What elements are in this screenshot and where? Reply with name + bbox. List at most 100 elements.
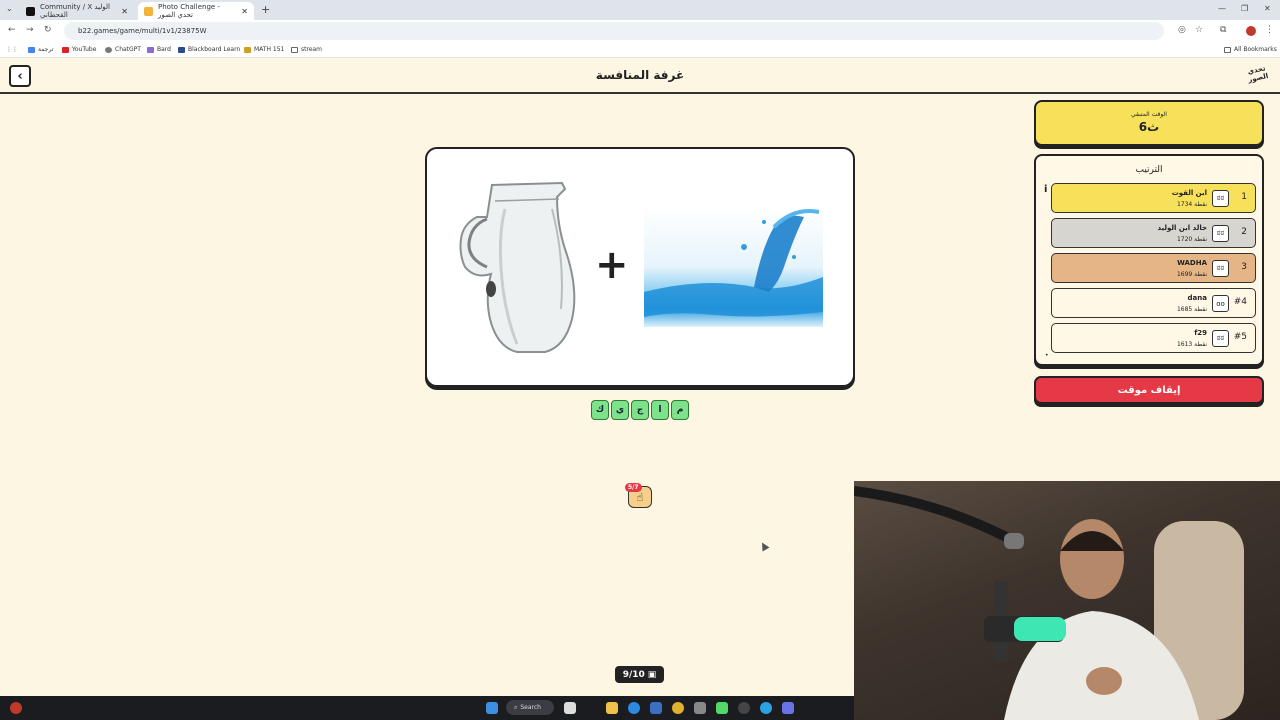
page-title: غرفة المنافسة [595,68,685,82]
bookmark-blackboard[interactable]: Blackboard Learn [178,46,240,53]
bookmarks-bar: ⋮⋮ ترجمة YouTube ChatGPT Bard Blackboard… [0,42,1280,58]
answer-tile[interactable]: ا [651,400,669,420]
extensions-icon[interactable]: ⧉ [1220,25,1226,35]
tab-search-icon[interactable]: ⌄ [6,4,13,13]
file-explorer-icon[interactable] [606,702,618,714]
ranking-row: #4 oo dana 1685 نقطة [1051,288,1256,318]
back-button[interactable]: ‹ [9,65,31,87]
rank-number: 1 [1241,192,1247,202]
window-close-icon[interactable]: ✕ [1264,4,1271,13]
maximize-icon[interactable]: ❐ [1241,4,1248,13]
bookmark-label: All Bookmarks [1234,46,1277,53]
timer-value: 6ث [1138,120,1160,134]
blackboard-icon [178,46,185,53]
reload-icon[interactable]: ↻ [44,25,52,35]
bookmark-stream[interactable]: stream [291,46,322,53]
close-icon[interactable]: ✕ [121,7,128,16]
player-name: f29 [1194,329,1207,337]
tab-community[interactable]: Community / X الوليد القحطاني ✕ [20,2,134,20]
player-name: dana [1187,294,1207,302]
menu-icon[interactable]: ⋮ [1265,25,1274,35]
chevron-left-icon: ‹ [17,68,23,84]
minimize-icon[interactable]: — [1218,4,1226,13]
bookmark-bard[interactable]: Bard [147,46,171,53]
star-icon[interactable]: ☆ [1195,25,1203,35]
player-score: 1699 نقطة [1176,271,1207,278]
webcam-overlay [854,481,1280,720]
timer-box: الوقت المتبقي 6ث [1034,100,1264,146]
answer-tile[interactable]: ك [591,400,609,420]
rank-number: #4 [1233,297,1247,307]
bard-icon [147,46,154,53]
app-header: ‹ غرفة المنافسة تحدي الصور [0,59,1280,94]
windows-start-icon[interactable] [486,702,498,714]
hint-count-badge: 5/7 [625,483,642,492]
answer-tile[interactable]: ي [611,400,629,420]
taskbar-search-label: Search [520,704,541,711]
bookmark-label: ترجمة [38,46,54,53]
ranking-row: #5 ಠಠ f29 1613 نقطة [1051,323,1256,353]
store-icon[interactable] [650,702,662,714]
tab-label: Photo Challenge - تحدي الصور [158,3,220,19]
browser-tab-bar: ⌄ Community / X الوليد القحطاني ✕ Photo … [0,0,1280,20]
avatar: oo [1212,295,1229,312]
ranking-row: 3 ಠಠ WADHA 1699 نقطة [1051,253,1256,283]
folder-icon [1224,46,1231,53]
address-bar[interactable]: b22.games/game/multi/1v1/23875W [64,22,1164,40]
round-progress: 9/10 ▣ [615,666,664,683]
folder-icon [291,46,298,53]
rank-number: 3 [1241,262,1247,272]
x-icon [26,6,35,16]
answer-tile[interactable]: ج [631,400,649,420]
player-name: WADHA [1177,259,1207,267]
logo: تحدي الصور [1246,64,1269,85]
search-icon: ⌕ [514,703,518,711]
task-view-icon[interactable] [564,702,576,714]
hand-icon: ☝ [636,490,644,504]
kick-icon[interactable] [716,702,728,714]
avatar: ಠಠ [1212,260,1229,277]
puzzle-card: + [425,147,855,387]
os-taskbar: ⌕ Search [0,696,854,720]
game-icon [144,6,153,16]
bookmark-translate[interactable]: ترجمة [28,46,53,53]
bookmark-label: YouTube [72,46,97,53]
profile-avatar[interactable] [1246,26,1256,36]
info-icon[interactable]: i [1044,184,1047,195]
player-score: 1613 نقطة [1176,341,1207,348]
browser-toolbar: ← → ↻ b22.games/game/multi/1v1/23875W ◎ … [0,20,1280,42]
ranking-row: 1 ಠಠ ابن القوت 1734 نقطة [1051,183,1256,213]
avatar: ಠಠ [1212,225,1229,242]
stop-timer-label: إيقاف موقت [1117,384,1181,396]
all-bookmarks[interactable]: All Bookmarks [1224,46,1277,53]
telegram-icon[interactable] [760,702,772,714]
close-icon[interactable]: ✕ [241,7,248,16]
answer-tile[interactable]: م [671,400,689,420]
notification-icon[interactable] [10,702,22,714]
scroll-indicator[interactable]: • [1045,352,1049,359]
rank-number: 2 [1241,227,1247,237]
apps-icon[interactable]: ⋮⋮ [6,46,18,53]
new-tab-icon[interactable]: + [261,3,270,16]
tab-photo-challenge[interactable]: Photo Challenge - تحدي الصور ✕ [138,2,254,20]
bookmark-math151[interactable]: MATH 151 [244,46,284,53]
settings-icon[interactable] [694,702,706,714]
discord-icon[interactable] [782,702,794,714]
app-icon[interactable] [738,702,750,714]
bookmark-youtube[interactable]: YouTube [62,46,96,53]
progress-label: 9/10 [622,669,645,680]
image-icon: ▣ [647,669,657,680]
stop-timer-button[interactable]: إيقاف موقت [1034,376,1264,404]
back-arrow-icon[interactable]: ← [8,25,16,35]
timer-label: الوقت المتبقي [1131,111,1167,118]
answer-tiles: م ا ج ي ك [591,400,689,420]
edge-icon[interactable] [628,702,640,714]
chrome-icon[interactable] [672,702,684,714]
taskbar-search[interactable]: ⌕ Search [506,700,554,715]
forward-arrow-icon[interactable]: → [26,25,34,35]
eye-off-icon[interactable]: ◎ [1178,25,1186,35]
bookmark-label: Blackboard Learn [188,46,241,53]
water-splash-image [644,207,823,327]
bookmark-chatgpt[interactable]: ChatGPT [105,46,141,53]
math-icon [244,46,251,53]
